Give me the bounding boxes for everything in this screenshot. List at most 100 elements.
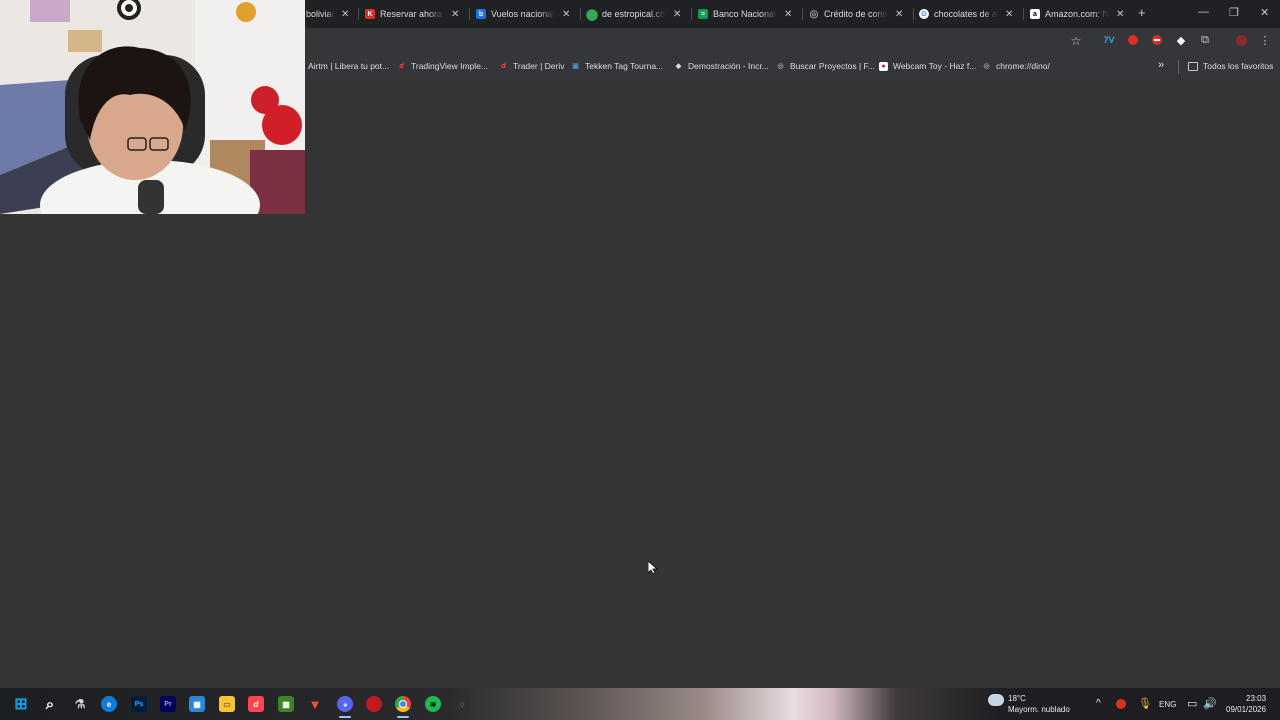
tab-title: Amazon.com: Nu (1045, 9, 1109, 19)
weather-condition[interactable]: Mayorm. nublado (1008, 705, 1070, 714)
mouse-cursor-icon (648, 561, 658, 575)
discord-icon[interactable]: ◕ (337, 696, 353, 712)
close-icon[interactable]: ✕ (451, 9, 459, 20)
bookmark-label: Demostración - Incr... (688, 61, 769, 71)
tab-title: Reservar ahora: Cl (380, 9, 444, 19)
weather-temperature[interactable]: 18°C (1008, 694, 1026, 703)
tab-title: bolivian (306, 9, 334, 19)
amazon-icon: a (1030, 9, 1040, 19)
bookmark-label: Trader | Deriv (513, 61, 565, 71)
deriv-icon: d (501, 62, 506, 70)
webcam-image (0, 0, 305, 214)
globe-icon: ◎ (983, 63, 990, 70)
all-bookmarks-label: Todos los favoritos (1203, 61, 1274, 71)
extensions-puzzle-icon[interactable]: ⧉ (1199, 34, 1211, 46)
minimize-button[interactable]: — (1198, 6, 1209, 18)
tradingview-extension-icon[interactable]: 7V (1103, 34, 1115, 46)
tab-title: Crédito de consu (824, 9, 888, 19)
close-icon[interactable]: ✕ (895, 9, 903, 20)
tab-title: chocolates de alc (934, 9, 998, 19)
premiere-icon[interactable]: Pr (160, 696, 176, 712)
volume-icon[interactable]: 🔊 (1203, 697, 1217, 710)
new-tab-button[interactable]: + (1138, 5, 1146, 20)
folder-icon (1188, 61, 1198, 71)
bookmark-airtm[interactable]: Airtm | Libera tu pot... (308, 61, 389, 71)
obs-icon[interactable]: ◌ (454, 696, 470, 712)
bookmark-chrome-dino[interactable]: ◎ chrome://dino/ (982, 61, 1050, 71)
google-icon: G (919, 9, 929, 19)
tab-reservar[interactable]: K Reservar ahora: Cl ✕ (365, 4, 463, 24)
bookmark-buscar-proyectos[interactable]: ◎ Buscar Proyectos | F... (776, 61, 875, 71)
tab-bolivian[interactable]: bolivian ✕ (306, 4, 349, 24)
tab-chocolates[interactable]: G chocolates de alc ✕ (919, 4, 1017, 24)
file-explorer-icon[interactable]: ▭ (219, 696, 235, 712)
menu-kebab-icon[interactable]: ⋮ (1259, 34, 1271, 47)
display-icon[interactable]: ▭ (1187, 697, 1197, 710)
bank-icon: = (698, 9, 708, 19)
globe-icon: ◎ (777, 63, 784, 70)
map-pin-icon: ⬤ (585, 8, 599, 21)
shield-icon: ◆ (675, 63, 682, 70)
close-icon[interactable]: ✕ (1116, 9, 1124, 20)
brave-icon[interactable]: ▼ (307, 696, 323, 712)
store-icon[interactable]: ▦ (189, 696, 205, 712)
all-bookmarks-button[interactable]: Todos los favoritos (1188, 61, 1273, 71)
language-indicator[interactable]: ENG (1159, 700, 1176, 709)
tab-estropical[interactable]: ⬤ de estropical.com ✕ (585, 4, 685, 24)
bookmark-label: Webcam Toy - Haz f... (893, 61, 977, 71)
close-icon[interactable]: ✕ (562, 9, 570, 20)
minecraft-icon[interactable]: ▩ (278, 696, 294, 712)
red-extension-icon[interactable] (1127, 34, 1139, 46)
bookmark-label: Buscar Proyectos | F... (790, 61, 875, 71)
app-icon-red[interactable] (366, 696, 382, 712)
profile-avatar[interactable] (1235, 34, 1247, 46)
tab-title: de estropical.com (602, 9, 666, 19)
close-icon[interactable]: ✕ (784, 9, 792, 20)
deriv-icon: d (399, 62, 404, 70)
windows-start-icon[interactable]: ⊞ (13, 696, 29, 713)
restore-button[interactable]: ❐ (1229, 6, 1239, 19)
tab-vuelos[interactable]: b Vuelos nacionales ✕ (476, 4, 574, 24)
bookmark-demostracion[interactable]: ◆ Demostración - Incr... (674, 61, 769, 71)
webcam-overlay (0, 0, 305, 214)
block-extension-icon[interactable] (1151, 34, 1163, 46)
bookmark-tradingview[interactable]: d TradingView Imple... (397, 61, 488, 71)
bookmark-label: Tekken Tag Tourna... (585, 61, 664, 71)
deriv-app-icon[interactable]: d (248, 696, 264, 712)
tab-title: Vuelos nacionales (491, 9, 555, 19)
tab-amazon[interactable]: a Amazon.com: Nu ✕ (1030, 4, 1128, 24)
bookmarks-overflow-button[interactable]: » (1158, 59, 1164, 71)
close-icon[interactable]: ✕ (673, 9, 681, 20)
bookmark-deriv[interactable]: d Trader | Deriv (499, 61, 565, 71)
diamond-extension-icon[interactable]: ◆ (1175, 34, 1187, 47)
bookmark-label: chrome://dino/ (996, 61, 1050, 71)
webcamtoy-icon: ● (879, 61, 888, 71)
globe-icon: ◎ (809, 8, 819, 20)
search-icon[interactable]: ⌕ (42, 696, 58, 713)
tray-overflow-chevron[interactable]: ^ (1096, 698, 1101, 709)
star-icon[interactable]: ☆ (1070, 34, 1082, 48)
clock-time[interactable]: 23:03 (1246, 694, 1266, 703)
bookmark-tekken[interactable]: ▣ Tekken Tag Tourna... (571, 61, 663, 71)
chrome-icon[interactable] (395, 696, 411, 712)
tab-banco[interactable]: = Banco Nacional d ✕ (698, 4, 796, 24)
tab-favicon-icon: b (476, 9, 486, 19)
tab-favicon-icon: K (365, 9, 375, 19)
tekken-icon: ▣ (572, 63, 579, 70)
microphone-icon[interactable]: 🎙 (1138, 697, 1152, 710)
clock-date[interactable]: 09/01/2026 (1226, 705, 1266, 714)
bookmark-label: TradingView Imple... (411, 61, 489, 71)
tab-title: Banco Nacional d (713, 9, 777, 19)
bookmark-webcam-toy[interactable]: ● Webcam Toy - Haz f... (879, 61, 976, 71)
tab-credito[interactable]: ◎ Crédito de consu ✕ (809, 4, 907, 24)
bookmark-label: Airtm | Libera tu pot... (308, 61, 390, 71)
task-view-icon[interactable]: ⚗ (72, 696, 88, 712)
photoshop-icon[interactable]: Ps (131, 696, 147, 712)
close-icon[interactable]: ✕ (1005, 9, 1013, 20)
weather-cloud-icon (988, 694, 1004, 706)
spotify-icon[interactable]: ≋ (425, 696, 441, 712)
edge-icon[interactable]: e (101, 696, 117, 712)
close-icon[interactable]: ✕ (341, 9, 349, 20)
close-window-button[interactable]: ✕ (1260, 6, 1269, 19)
tray-app-icon[interactable] (1116, 699, 1126, 709)
